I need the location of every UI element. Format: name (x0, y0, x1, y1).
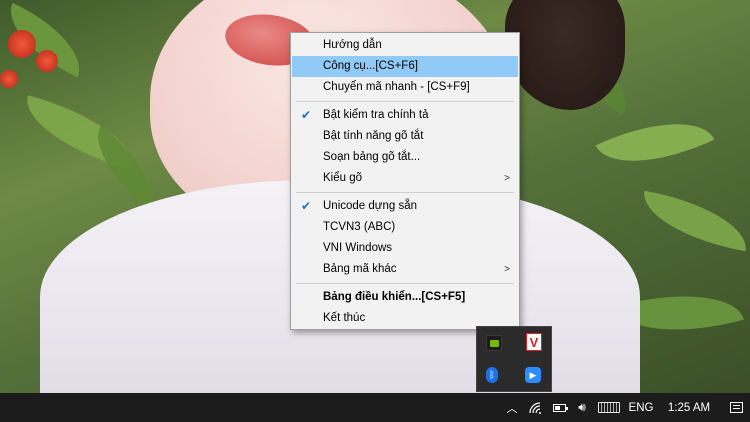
chevron-right-icon: > (504, 173, 510, 184)
menu-item-label: Soạn bảng gõ tắt... (323, 151, 421, 163)
battery-icon[interactable] (550, 393, 568, 422)
tray-overflow-popup: V ᛒ ▶ (476, 326, 552, 392)
menu-item-other-charsets[interactable]: Bảng mã khác > (292, 259, 518, 280)
wallpaper-flower (36, 50, 58, 72)
wallpaper-leaf (595, 98, 715, 187)
clock[interactable]: 1:25 AM (662, 393, 716, 422)
show-hidden-icons-chevron[interactable]: ︿ (503, 393, 521, 422)
menu-item-quick-convert[interactable]: Chuyển mã nhanh - [CS+F9] (292, 77, 518, 98)
taskbar: ︿ 🔊︎ ENG 1:25 AM (0, 393, 750, 422)
menu-item-label: Hướng dẫn (323, 39, 382, 51)
menu-item-label: Bật tính năng gõ tắt (323, 130, 424, 142)
menu-item-label: Chuyển mã nhanh - [CS+F9] (323, 81, 470, 93)
menu-item-unicode[interactable]: ✔ Unicode dựng sẵn (292, 196, 518, 217)
bluetooth-icon[interactable]: ᛒ (486, 367, 498, 383)
menu-item-enable-macro[interactable]: Bật tính năng gõ tắt (292, 126, 518, 147)
language-indicator[interactable]: ENG (626, 393, 656, 422)
menu-item-label: Kết thúc (323, 312, 366, 324)
volume-icon[interactable]: 🔊︎ (573, 393, 591, 422)
language-label: ENG (628, 401, 654, 414)
menu-item-tools[interactable]: Công cụ...[CS+F6] (292, 56, 518, 77)
unikey-context-menu: Hướng dẫn Công cụ...[CS+F6] Chuyển mã nh… (290, 32, 520, 330)
clock-time: 1:25 AM (667, 401, 711, 414)
menu-item-vni-windows[interactable]: VNI Windows (292, 238, 518, 259)
menu-item-tcvn3[interactable]: TCVN3 (ABC) (292, 217, 518, 238)
menu-item-label: Công cụ...[CS+F6] (323, 60, 418, 72)
menu-separator (296, 101, 514, 102)
menu-item-label: VNI Windows (323, 242, 393, 254)
vivaldi-glyph: V (529, 334, 539, 350)
check-icon: ✔ (300, 108, 312, 122)
menu-separator (296, 283, 514, 284)
wallpaper-hair (505, 0, 625, 110)
menu-item-spell-check[interactable]: ✔ Bật kiểm tra chính tả (292, 105, 518, 126)
menu-item-help[interactable]: Hướng dẫn (292, 35, 518, 56)
menu-item-control-panel[interactable]: Bảng điều khiển...[CS+F5] (292, 287, 518, 308)
notifications-icon[interactable] (726, 393, 746, 422)
menu-separator (296, 192, 514, 193)
menu-item-input-method[interactable]: Kiểu gõ > (292, 168, 518, 189)
check-icon: ✔ (300, 199, 312, 213)
menu-item-label: Bảng điều khiển...[CS+F5] (323, 291, 466, 303)
wallpaper-leaf (637, 190, 750, 252)
menu-item-label: Unicode dựng sẵn (323, 200, 418, 212)
menu-item-label: TCVN3 (ABC) (323, 221, 396, 233)
wifi-icon[interactable] (527, 393, 545, 422)
wallpaper-flower (0, 70, 18, 88)
nvidia-icon[interactable] (486, 335, 502, 351)
menu-item-label: Bảng mã khác (323, 263, 397, 275)
touch-keyboard-icon[interactable] (596, 393, 622, 422)
menu-item-label: Kiểu gõ (323, 172, 363, 184)
menu-item-label: Bật kiểm tra chính tả (323, 109, 429, 121)
vivaldi-icon[interactable]: V (526, 333, 542, 351)
wallpaper-flower (8, 30, 36, 58)
menu-item-edit-macro[interactable]: Soạn bảng gõ tắt... (292, 147, 518, 168)
chevron-right-icon: > (504, 264, 510, 275)
zoom-icon[interactable]: ▶ (525, 367, 541, 383)
